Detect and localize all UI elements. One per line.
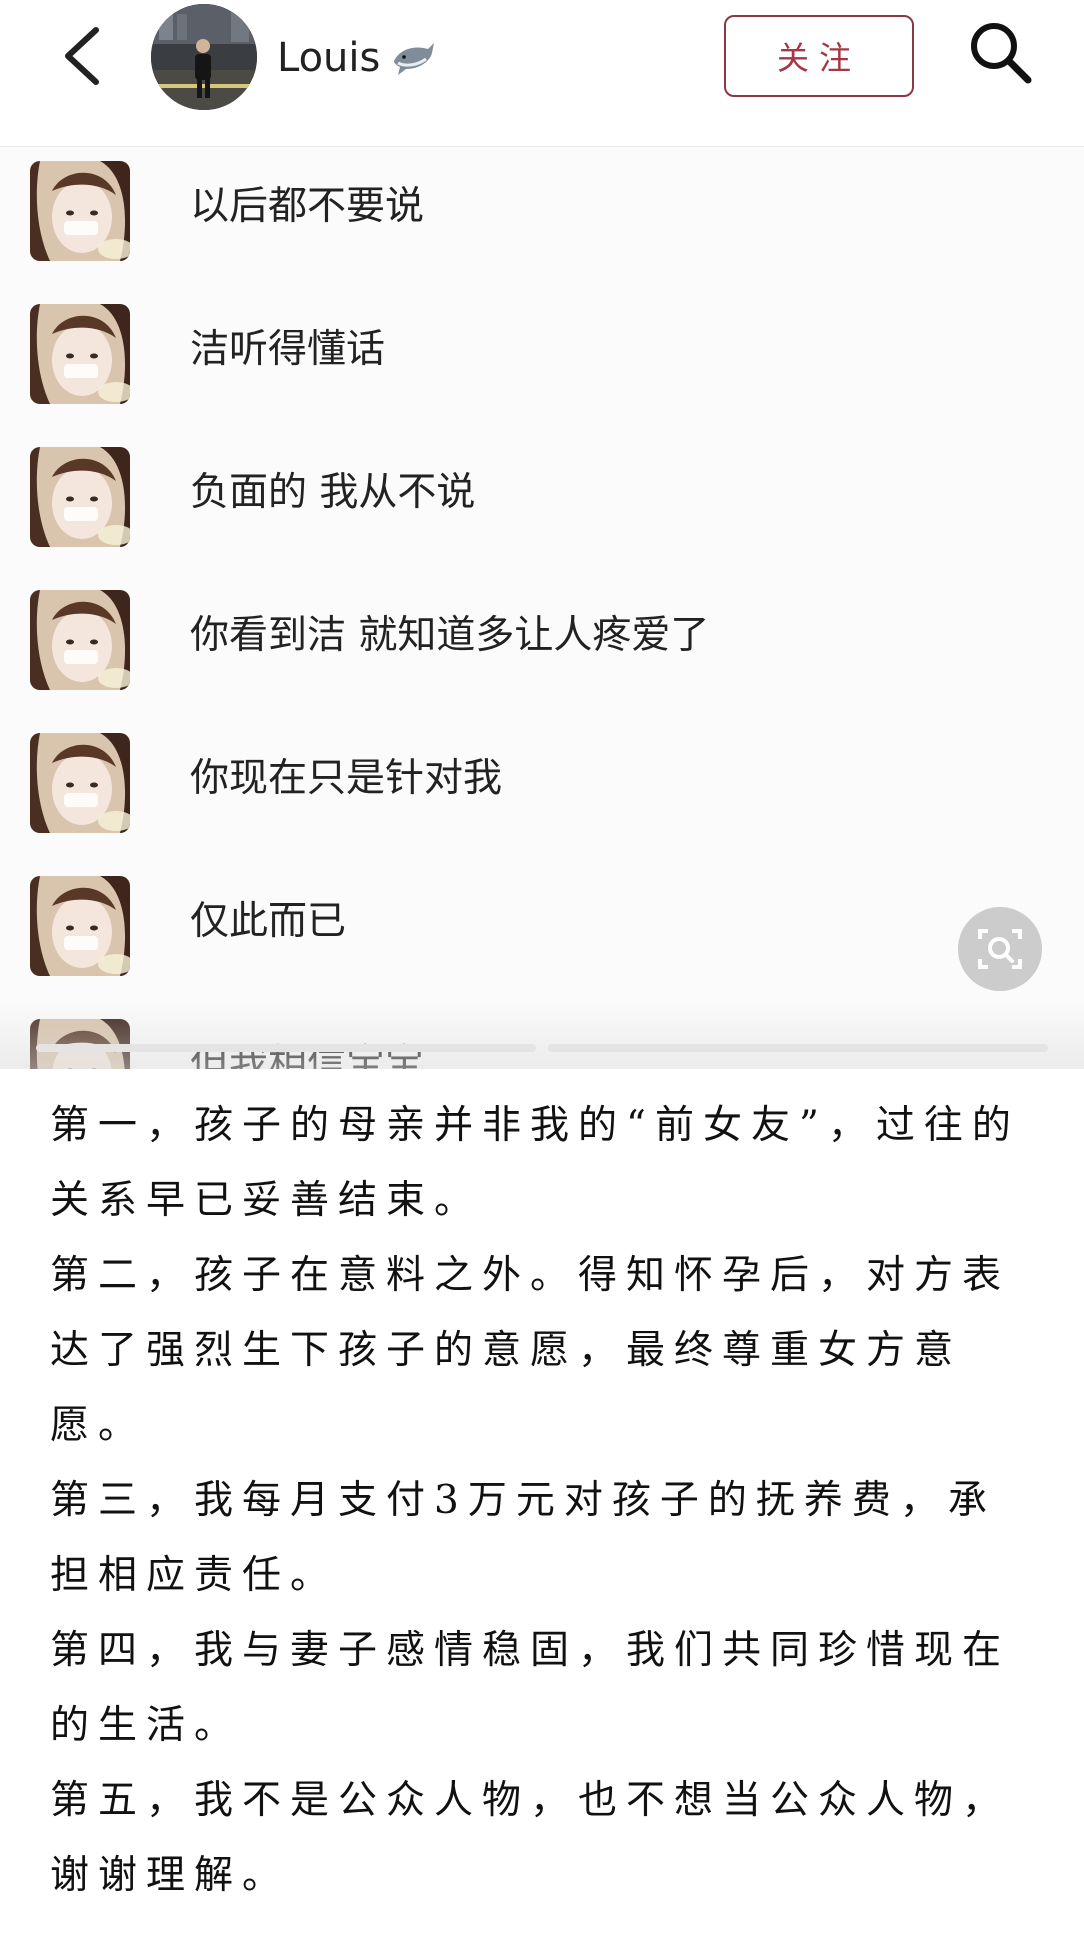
back-chevron-icon[interactable]: [52, 24, 112, 88]
bottom-fade: [0, 999, 1084, 1069]
chat-message-text: 负面的 我从不说: [190, 470, 476, 515]
user-name-text: Louis: [277, 35, 381, 81]
chat-message-row: 你现在只是针对我: [0, 719, 1084, 839]
video-progress-segment: [36, 1044, 536, 1052]
top-bar: Louis 关注: [0, 0, 1084, 147]
follow-button-label: 关注: [776, 39, 861, 77]
statement-paragraph-3: 第三，我每月支付3万元对孩子的抚养费，承担相应责任。: [50, 1478, 996, 1598]
chat-message-row: 负面的 我从不说: [0, 433, 1084, 553]
statement-paragraph-4: 第四，我与妻子感情稳固，我们共同珍惜现在的生活。: [50, 1628, 1011, 1748]
chat-message-text: 以后都不要说: [190, 184, 425, 229]
statement-paragraph-2: 第二，孩子在意料之外。得知怀孕后，对方表达了强烈生下孩子的意愿，最终尊重女方意愿…: [50, 1253, 1011, 1448]
chat-screenshot: 以后都不要说 洁听得懂话负面的 我从不说你看到洁 就知道多让人疼爱了 你现在只是针对…: [0, 147, 1084, 1069]
chat-message-row: 洁听得懂话: [0, 290, 1084, 410]
chat-message-row: 以后都不要说: [0, 147, 1084, 267]
chat-message-text: 你现在只是针对我: [190, 756, 503, 801]
sender-avatar: [30, 876, 130, 976]
chat-message-row: 你看到洁 就知道多让人疼爱了: [0, 576, 1084, 696]
chat-message-text: 仅此而已: [190, 899, 347, 944]
user-name[interactable]: Louis: [277, 30, 436, 86]
chat-message-text: 你看到洁 就知道多让人疼爱了: [190, 613, 710, 658]
statement-paragraph-5: 第五，我不是公众人物，也不想当公众人物，谢谢理解。: [50, 1778, 1011, 1898]
shark-icon: [394, 43, 435, 75]
video-progress-segment: [548, 1044, 1048, 1052]
follow-button[interactable]: 关注: [724, 15, 914, 97]
statement-paragraph-1: 第一，孩子的母亲并非我的“前女友”，过往的关系早已妥善结束。: [50, 1103, 1020, 1223]
sender-avatar: [30, 304, 130, 404]
image-search-icon[interactable]: [958, 907, 1042, 991]
statement-text: 第一，孩子的母亲并非我的“前女友”，过往的关系早已妥善结束。 第二，孩子在意料之…: [50, 1088, 1040, 1913]
chat-message-row: 仅此而已: [0, 862, 1084, 982]
chat-message-text: 洁听得懂话: [190, 327, 386, 372]
user-avatar[interactable]: [151, 4, 257, 110]
search-icon[interactable]: [966, 18, 1034, 86]
sender-avatar: [30, 590, 130, 690]
sender-avatar: [30, 447, 130, 547]
sender-avatar: [30, 161, 130, 261]
sender-avatar: [30, 733, 130, 833]
